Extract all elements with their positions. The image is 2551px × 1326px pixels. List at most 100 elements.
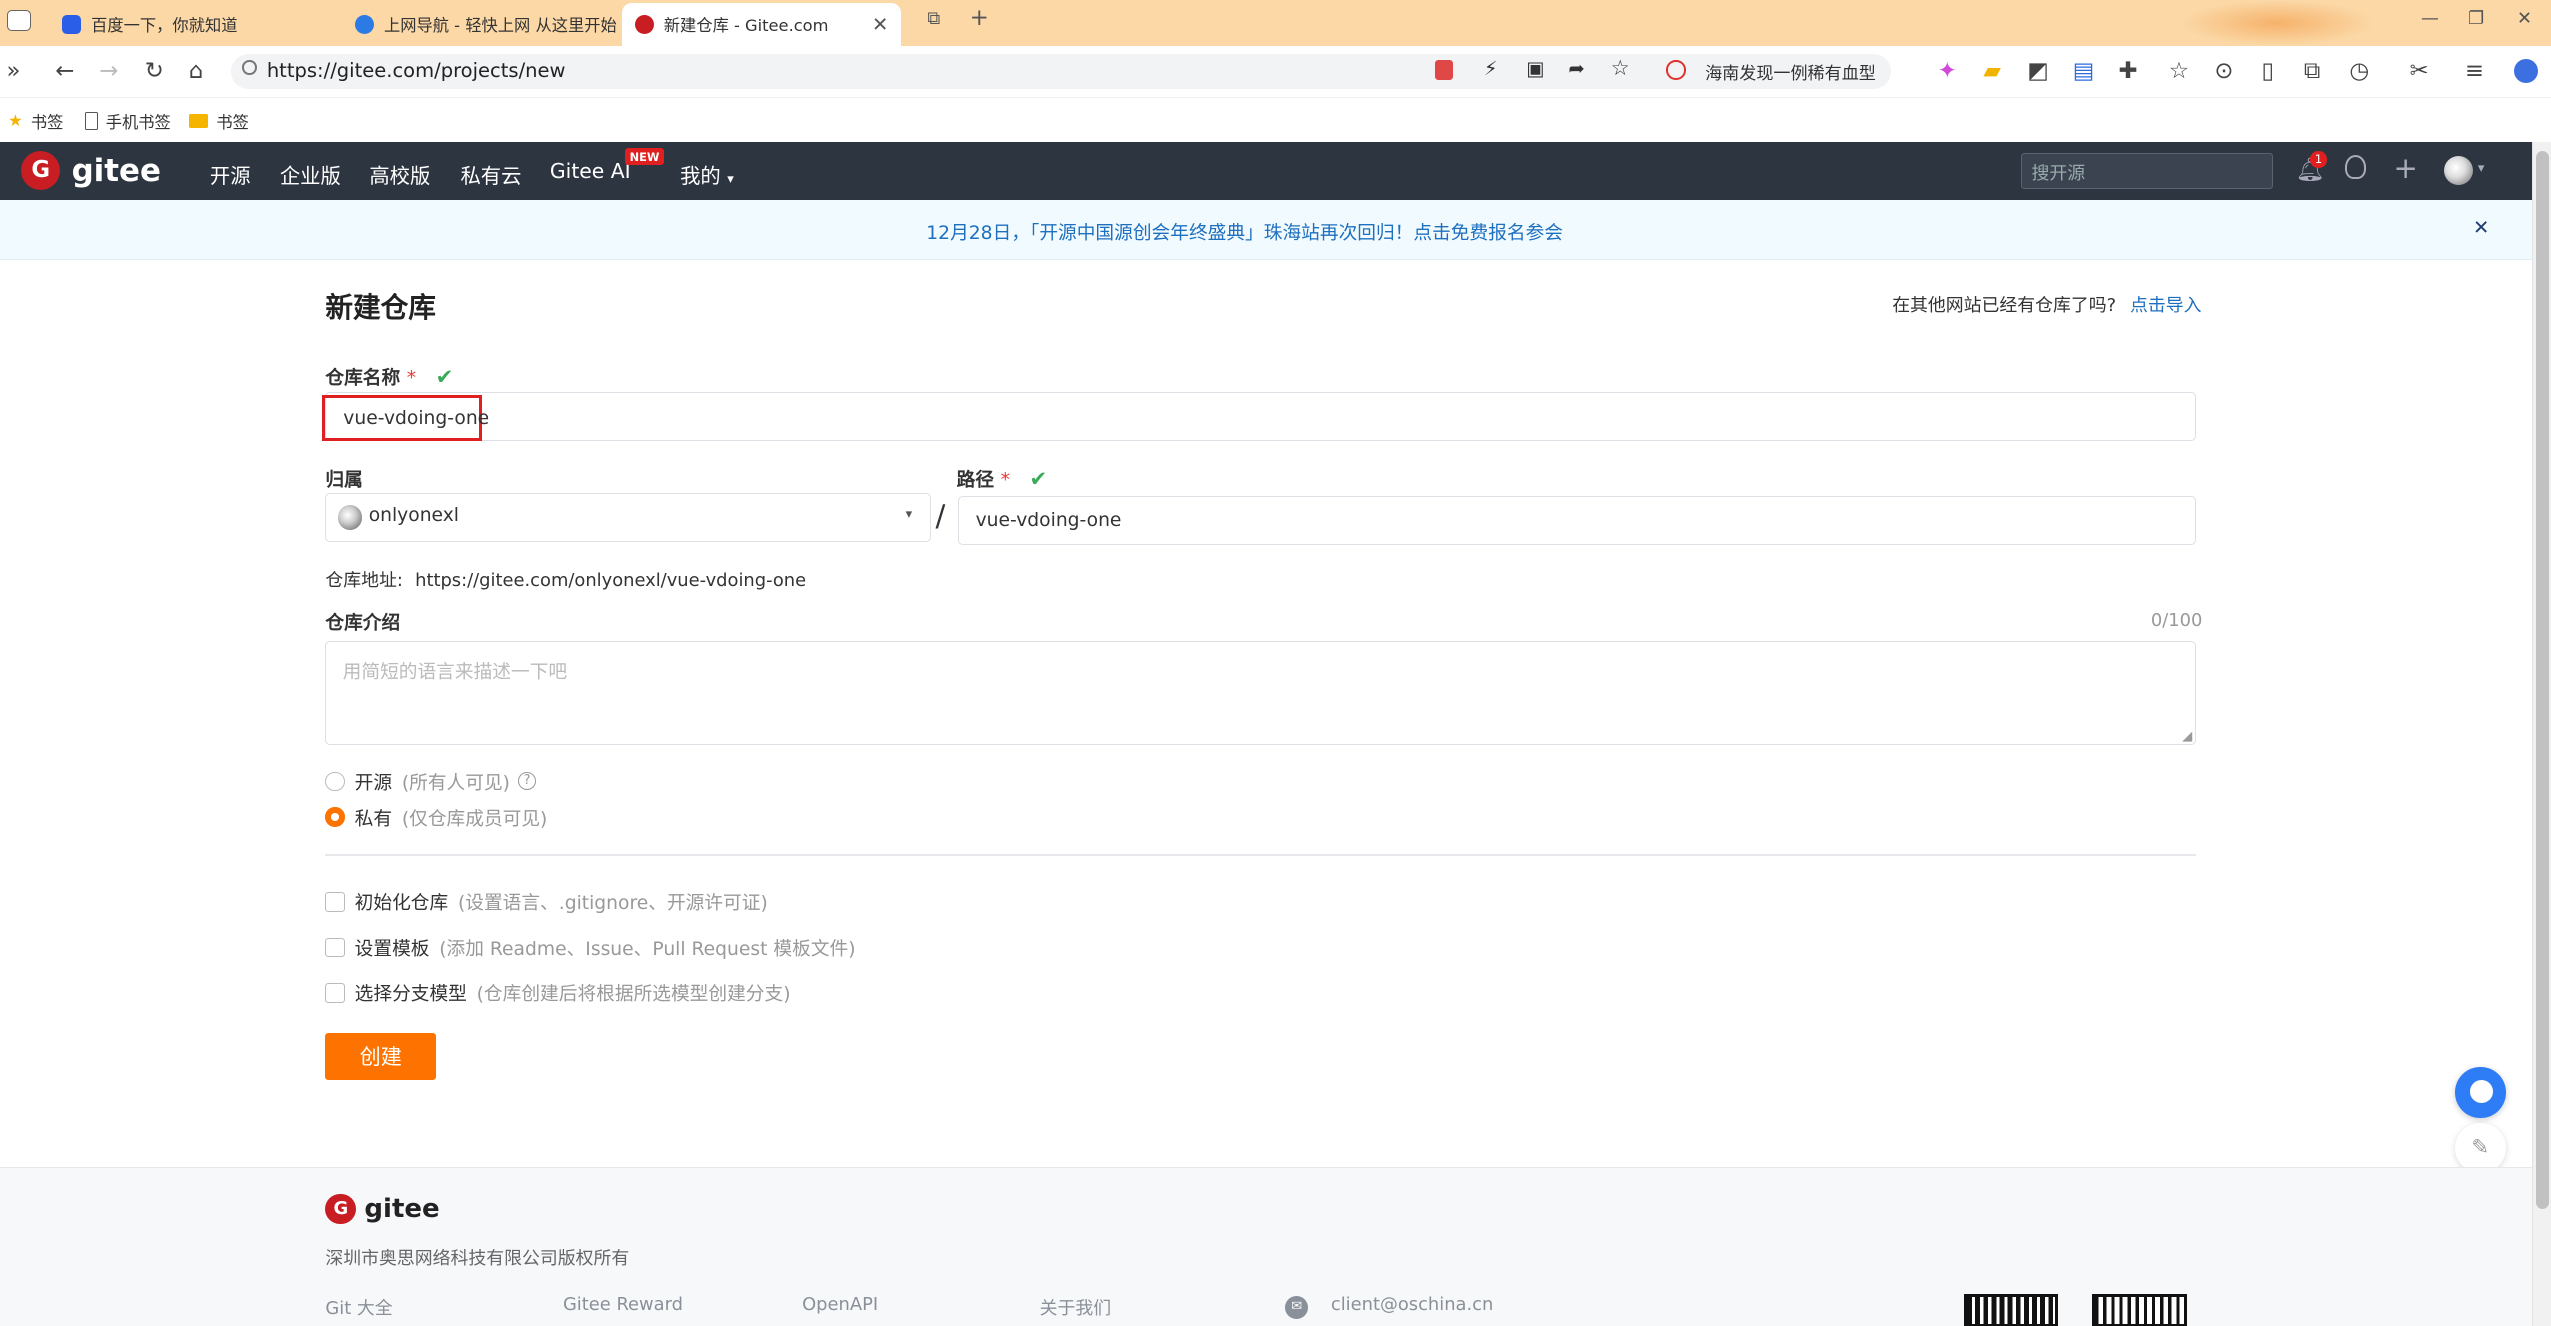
- close-window-button[interactable]: ✕: [2517, 8, 2532, 29]
- screenshot-icon[interactable]: ▣: [1526, 57, 1544, 80]
- new-tab-button[interactable]: +: [970, 5, 989, 31]
- nav-private-cloud[interactable]: 私有云: [460, 159, 521, 189]
- minimize-button[interactable]: —: [2421, 8, 2439, 29]
- flash-icon[interactable]: ⚡: [1484, 57, 1498, 80]
- reader-icon[interactable]: [1435, 60, 1453, 80]
- navigation-favicon-icon: [354, 14, 375, 35]
- folder-icon: [188, 113, 209, 129]
- translate-icon[interactable]: ▤: [2073, 55, 2095, 88]
- help-icon[interactable]: ?: [518, 772, 536, 791]
- restore-button[interactable]: ❐: [2468, 8, 2484, 29]
- resize-handle-icon[interactable]: ◢: [2182, 729, 2192, 744]
- address-bar[interactable]: https://gitee.com/projects/new ⚡ ▣ ➦ ☆ 海…: [231, 53, 1891, 90]
- create-button[interactable]: 创建: [325, 1033, 437, 1081]
- browser-tab[interactable]: 上网导航 - 轻快上网 从这里开始: [342, 3, 619, 45]
- init-repo-checkbox[interactable]: 初始化仓库 (设置语言、.gitignore、开源许可证): [325, 888, 768, 915]
- home-icon[interactable]: ⌂: [189, 55, 203, 88]
- footer-link[interactable]: Gitee Reward: [563, 1294, 683, 1315]
- cut-icon[interactable]: ✂: [2410, 55, 2429, 88]
- footer-email[interactable]: client@oschina.cn: [1331, 1294, 1493, 1315]
- radio-label: 私有: [354, 808, 393, 830]
- mail-icon: ✉: [1285, 1296, 1309, 1319]
- branch-model-checkbox[interactable]: 选择分支模型 (仓库创建后将根据所选模型创建分支): [325, 979, 791, 1006]
- search-suggestion[interactable]: 海南发现一例稀有血型: [1705, 59, 1876, 84]
- nav-enterprise[interactable]: 企业版: [280, 159, 341, 189]
- avatar[interactable]: [2443, 156, 2474, 186]
- bookmark-item[interactable]: ★ 书签: [8, 109, 63, 133]
- avatar-caret-icon[interactable]: ▾: [2478, 161, 2485, 176]
- search-icon: [242, 60, 258, 75]
- footer-link[interactable]: 关于我们: [1040, 1294, 1112, 1320]
- extensions-icon[interactable]: ✚: [2118, 55, 2137, 88]
- tab-title: 上网导航 - 轻快上网 从这里开始: [383, 16, 617, 36]
- window-icon[interactable]: ⧉: [2304, 55, 2320, 88]
- intro-textarea[interactable]: 用简短的语言来描述一下吧 ◢: [325, 641, 2197, 746]
- radio-hint: (所有人可见): [401, 772, 510, 794]
- intro-counter: 0/100: [2150, 610, 2203, 632]
- footer-logo[interactable]: G gitee: [325, 1193, 440, 1225]
- notification-count: 1: [2310, 151, 2327, 168]
- nav-mine[interactable]: 我的 ▾: [680, 159, 734, 189]
- new-badge: NEW: [624, 148, 665, 166]
- path-input[interactable]: vue-vdoing-one: [958, 496, 2197, 546]
- bookmark-label: 书签: [30, 112, 64, 132]
- bookmark-item[interactable]: 手机书签: [84, 109, 171, 133]
- visibility-public-radio[interactable]: 开源 (所有人可见) ?: [325, 768, 536, 795]
- tab-overview-icon[interactable]: [6, 9, 31, 31]
- gitee-logo[interactable]: G gitee: [21, 151, 161, 191]
- bookmark-item[interactable]: 书签: [188, 109, 249, 133]
- visibility-private-radio[interactable]: 私有 (仅仓库成员可见): [325, 804, 547, 831]
- browser-tab-active[interactable]: 新建仓库 - Gitee.com ✕: [621, 3, 902, 46]
- banner-text[interactable]: 12月28日，「开源中国源创会年终盛典」珠海站再次回归！点击免费报名参会: [0, 218, 2489, 245]
- bulb-icon[interactable]: [2344, 154, 2366, 179]
- favorites-icon[interactable]: ☆: [2169, 55, 2189, 88]
- gitee-logo-icon: G: [325, 1193, 357, 1225]
- plus-icon[interactable]: +: [2393, 151, 2418, 185]
- page-scrollbar[interactable]: [2531, 141, 2551, 1326]
- extension-green-icon[interactable]: ◩: [2027, 55, 2049, 88]
- repo-address-value: https://gitee.com/onlyonexl/vue-vdoing-o…: [415, 570, 807, 592]
- browser-tab[interactable]: 百度一下，你就知道: [49, 3, 339, 45]
- footer-link[interactable]: OpenAPI: [802, 1294, 878, 1315]
- nav-mine-label: 我的: [680, 164, 721, 189]
- nav-gitee-ai[interactable]: Gitee AI: [550, 159, 631, 183]
- bookmark-label: 书签: [216, 112, 249, 132]
- share-icon[interactable]: ➦: [1568, 57, 1584, 80]
- radio-hint: (仅仓库成员可见): [401, 808, 548, 830]
- feedback-float-button[interactable]: ✎: [2455, 1122, 2506, 1174]
- reload-icon[interactable]: ↻: [145, 55, 164, 88]
- download-icon[interactable]: ⊙: [2214, 55, 2233, 88]
- template-checkbox[interactable]: 设置模板 (添加 Readme、Issue、Pull Request 模板文件): [325, 934, 856, 961]
- forward-icon[interactable]: →: [99, 55, 118, 88]
- check-icon: ✔: [435, 363, 454, 389]
- sidebar-toggle-icon[interactable]: »: [7, 55, 21, 88]
- owner-select[interactable]: onlyonexl ▾: [325, 492, 931, 542]
- tab-close-icon[interactable]: ✕: [872, 13, 888, 36]
- back-icon[interactable]: ←: [55, 55, 74, 88]
- ai-assistant-icon[interactable]: ✦: [1938, 55, 1957, 88]
- nav-education[interactable]: 高校版: [369, 159, 430, 189]
- path-value: vue-vdoing-one: [975, 510, 1122, 532]
- caret-down-icon: ▾: [727, 172, 734, 188]
- banner-close-icon[interactable]: ✕: [2473, 216, 2489, 239]
- menu-icon[interactable]: ≡: [2465, 55, 2484, 88]
- star-icon[interactable]: ☆: [1611, 55, 1630, 80]
- sogou-icon[interactable]: [1666, 60, 1686, 80]
- history-icon[interactable]: ◷: [2349, 55, 2369, 88]
- phone-icon[interactable]: ▯: [2262, 55, 2275, 88]
- radio-label: 开源: [354, 772, 393, 794]
- footer-link[interactable]: Git 大全: [325, 1294, 392, 1320]
- browser-profile-icon[interactable]: [2513, 58, 2539, 83]
- header-search-input[interactable]: 搜开源: [2020, 152, 2273, 189]
- assistant-float-button[interactable]: [2455, 1067, 2506, 1118]
- repo-name-label: 仓库名称 * ✔: [325, 363, 453, 390]
- gitee-header: G gitee 开源 企业版 高校版 私有云 Gitee AI NEW 我的 ▾…: [0, 141, 2532, 201]
- repo-name-input[interactable]: [325, 392, 2197, 441]
- import-link[interactable]: 点击导入: [2130, 295, 2202, 316]
- repo-address-label: 仓库地址:: [325, 570, 403, 592]
- scrollbar-thumb[interactable]: [2535, 151, 2549, 1209]
- nav-opensource[interactable]: 开源: [210, 159, 251, 189]
- folder-icon[interactable]: ▰: [1983, 55, 2001, 88]
- checkbox-hint: (添加 Readme、Issue、Pull Request 模板文件): [439, 938, 856, 960]
- tab-group-icon[interactable]: ⧉: [927, 8, 940, 29]
